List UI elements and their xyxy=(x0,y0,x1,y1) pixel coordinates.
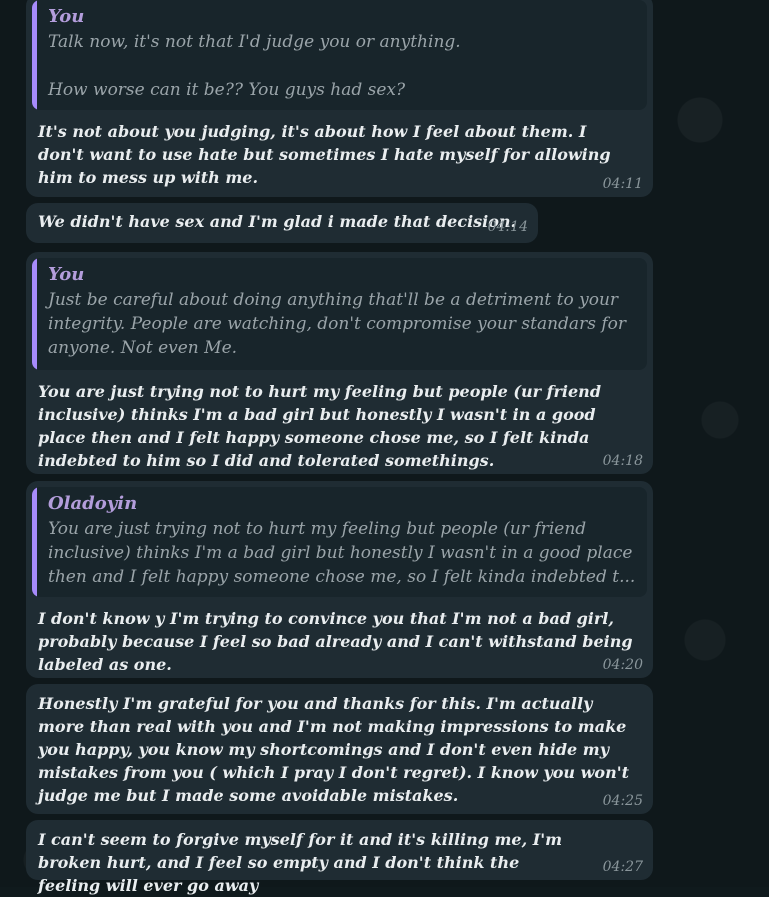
message-text: Honestly I'm grateful for you and thanks… xyxy=(38,694,629,805)
message-text: We didn't have sex and I'm glad i made t… xyxy=(38,212,517,231)
reply-quote[interactable]: You Just be careful about doing anything… xyxy=(32,258,647,370)
message-bubble[interactable]: Honestly I'm grateful for you and thanks… xyxy=(26,684,653,814)
message-time: 04:11 xyxy=(602,176,643,192)
quote-text: Just be careful about doing anything tha… xyxy=(48,290,626,358)
quote-text: Talk now, it's not that I'd judge you or… xyxy=(48,32,461,100)
quote-text: You are just trying not to hurt my feeli… xyxy=(48,519,636,587)
message-bubble[interactable]: I can't seem to forgive myself for it an… xyxy=(26,820,653,895)
quote-author: You xyxy=(48,6,85,27)
message-time: 04:25 xyxy=(602,793,643,809)
message-time: 04:14 xyxy=(487,219,528,235)
reply-quote[interactable]: You Talk now, it's not that I'd judge yo… xyxy=(32,0,647,110)
message-bubble[interactable]: You Just be careful about doing anything… xyxy=(26,252,653,474)
quote-author: You xyxy=(48,264,85,285)
message-time: 04:18 xyxy=(602,453,643,469)
message-time: 04:20 xyxy=(602,657,643,673)
message-bubble[interactable]: Oladoyin You are just trying not to hurt… xyxy=(26,481,653,678)
chat-background: You Talk now, it's not that I'd judge yo… xyxy=(0,0,769,895)
message-bubble[interactable]: You Talk now, it's not that I'd judge yo… xyxy=(26,0,653,197)
message-text: I don't know y I'm trying to convince yo… xyxy=(38,609,633,674)
message-text: You are just trying not to hurt my feeli… xyxy=(38,382,601,470)
reply-quote[interactable]: Oladoyin You are just trying not to hurt… xyxy=(32,487,647,597)
message-bubble[interactable]: We didn't have sex and I'm glad i made t… xyxy=(26,203,538,243)
message-time: 04:27 xyxy=(602,859,643,875)
message-text: It's not about you judging, it's about h… xyxy=(38,122,611,187)
quote-author: Oladoyin xyxy=(48,493,138,514)
